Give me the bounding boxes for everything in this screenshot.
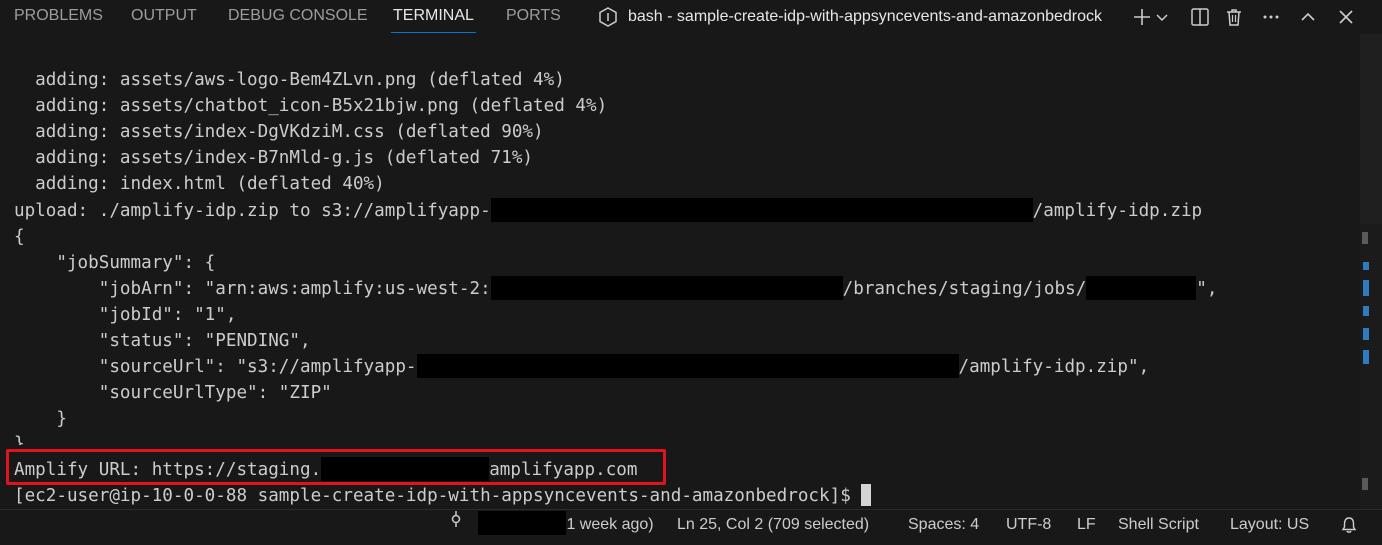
upload-prefix: upload: ./amplify-idp.zip to s3://amplif… [14, 201, 491, 221]
terminal-line: "sourceUrlType": "ZIP" [14, 383, 332, 403]
job-arn-suffix: ", [1196, 279, 1218, 299]
overview-mark [1363, 350, 1369, 364]
overview-mark [1363, 306, 1369, 316]
terminal-line: adding: index.html (deflated 40%) [14, 174, 385, 194]
redacted-bucket-id [490, 197, 1033, 222]
trash-icon[interactable] [1222, 5, 1246, 29]
upload-suffix: /amplify-idp.zip [1032, 201, 1203, 221]
terminal-line: adding: assets/index-B7nMld-g.js (deflat… [14, 148, 534, 168]
bell-icon[interactable] [1340, 515, 1358, 535]
end-of-line[interactable]: LF [1077, 510, 1096, 540]
terminal-line-upload: upload: ./amplify-idp.zip to s3://amplif… [14, 197, 1203, 224]
terminal-prompt-line: [ec2-user@ip-10-0-0-88 sample-create-idp… [14, 483, 871, 509]
git-blame-item[interactable]: 1 week ago) [448, 510, 654, 540]
terminal-line-job-arn: "jobArn": "arn:aws:amplify:us-west-2: /br… [14, 275, 1218, 302]
terminal-line: "status": "PENDING", [14, 331, 311, 351]
terminal-line: adding: assets/aws-logo-Bem4ZLvn.png (de… [14, 70, 565, 90]
chevron-down-icon[interactable] [1154, 5, 1170, 29]
tab-ports[interactable]: PORTS [506, 0, 561, 34]
amplify-url-highlight [6, 449, 666, 485]
overview-mark [1363, 328, 1369, 340]
terminal-line: "jobSummary": { [14, 253, 216, 273]
plus-icon[interactable] [1130, 5, 1154, 29]
terminal-instance-selector[interactable]: bash - sample-create-idp-with-appsynceve… [598, 0, 1102, 34]
shell-prompt: [ec2-user@ip-10-0-0-88 sample-create-idp… [14, 486, 851, 506]
overview-mark [1363, 262, 1369, 270]
terminal-bash-icon [598, 7, 618, 27]
tab-output[interactable]: OUTPUT [131, 0, 197, 34]
terminal-scrollbar[interactable] [1360, 34, 1382, 509]
terminal-output[interactable]: adding: assets/aws-logo-Bem4ZLvn.png (de… [0, 34, 1360, 509]
terminal-line: { [14, 227, 25, 247]
tab-terminal[interactable]: TERMINAL [391, 0, 476, 34]
source-url-suffix: /amplify-idp.zip", [958, 357, 1150, 377]
redacted-job-id [1086, 275, 1197, 300]
status-bar: 1 week ago) Ln 25, Col 2 (709 selected) … [0, 509, 1382, 539]
language-mode[interactable]: Shell Script [1118, 510, 1199, 540]
cursor-position[interactable]: Ln 25, Col 2 (709 selected) [677, 510, 869, 540]
git-commit-icon [448, 508, 464, 538]
indentation-spaces[interactable]: Spaces: 4 [908, 510, 979, 540]
close-icon[interactable] [1334, 5, 1358, 29]
scrollbar-thumb[interactable] [1360, 34, 1382, 224]
overview-mark [1362, 478, 1368, 490]
job-arn-mid: /branches/staging/jobs/ [842, 279, 1087, 299]
panel-tab-bar: PROBLEMS OUTPUT DEBUG CONSOLE TERMINAL P… [0, 0, 1382, 34]
terminal-line: "jobId": "1", [14, 305, 237, 325]
terminal-line: adding: assets/chatbot_icon-B5x21bjw.png… [14, 96, 608, 116]
source-url-prefix: "sourceUrl": "s3://amplifyapp- [14, 357, 417, 377]
terminal-line-source-url: "sourceUrl": "s3://amplifyapp- /amplify-i… [14, 353, 1150, 380]
overview-mark [1363, 280, 1369, 296]
overview-mark [1362, 232, 1368, 244]
redacted-bucket-id [416, 353, 959, 378]
terminal-cursor [860, 483, 871, 506]
more-icon[interactable] [1259, 5, 1283, 29]
keyboard-layout[interactable]: Layout: US [1230, 510, 1309, 540]
tab-problems[interactable]: PROBLEMS [14, 0, 103, 34]
terminal-line: } [14, 409, 67, 429]
file-encoding[interactable]: UTF-8 [1006, 510, 1051, 540]
commit-age: 1 week ago) [566, 516, 654, 533]
terminal-instance-name: bash - sample-create-idp-with-appsynceve… [628, 8, 1103, 25]
job-arn-prefix: "jobArn": "arn:aws:amplify:us-west-2: [14, 279, 491, 299]
split-icon[interactable] [1188, 5, 1212, 29]
terminal-line: } [14, 434, 25, 445]
tab-debug-console[interactable]: DEBUG CONSOLE [228, 0, 368, 34]
redacted-author [478, 511, 567, 536]
chevron-up-icon[interactable] [1296, 5, 1320, 29]
redacted-account-app-id [490, 275, 843, 300]
terminal-line: adding: assets/index-DgVKdziM.css (defla… [14, 122, 544, 142]
